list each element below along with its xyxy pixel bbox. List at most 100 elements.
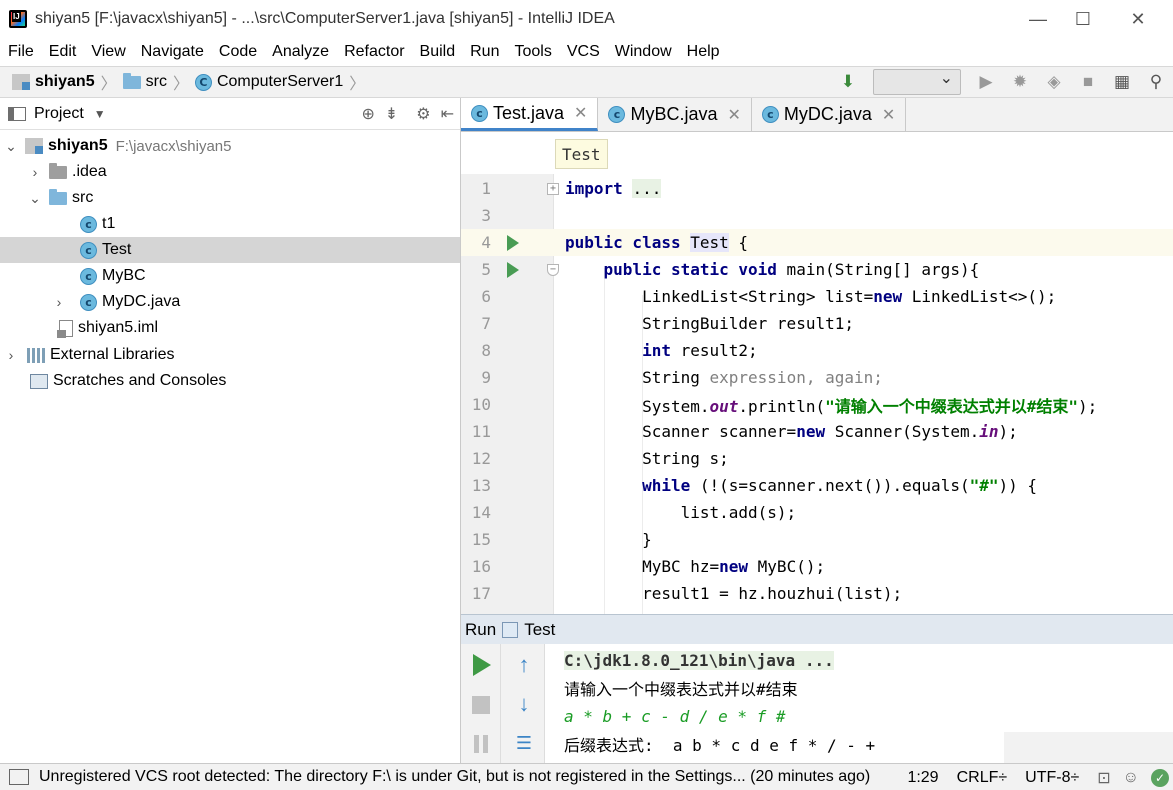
close-icon[interactable]: ✕: [882, 105, 895, 125]
fold-collapse-icon[interactable]: −: [547, 263, 559, 276]
code-editor[interactable]: 1 + import ... 3 4 public class Test { 5…: [461, 174, 1173, 614]
crumb-src-label: src: [145, 73, 167, 90]
menu-bar: File Edit View Navigate Code Analyze Ref…: [0, 38, 1173, 66]
locate-icon[interactable]: ⊕: [361, 104, 374, 124]
chevron-down-icon[interactable]: ⌄: [27, 190, 43, 207]
code-line: 13 while (!(s=scanner.next()).equals("#"…: [461, 472, 1173, 499]
line-number: 6: [481, 287, 491, 306]
file-encoding[interactable]: UTF-8÷: [1025, 769, 1079, 787]
tree-item-scratches[interactable]: Scratches and Consoles: [0, 368, 460, 394]
tab-mydc-java[interactable]: c MyDC.java ✕: [752, 98, 907, 131]
tab-mybc-java[interactable]: c MyBC.java ✕: [598, 98, 752, 131]
tree-item-t1[interactable]: c t1: [0, 211, 460, 237]
folder-icon: [49, 188, 67, 205]
crumb-project[interactable]: shiyan5: [12, 73, 95, 91]
up-arrow-icon[interactable]: ↑: [513, 652, 535, 677]
console-line: a * b + c - d / e * f #: [564, 702, 786, 730]
pause-icon[interactable]: [473, 735, 489, 753]
status-message[interactable]: Unregistered VCS root detected: The dire…: [39, 768, 870, 786]
down-arrow-icon[interactable]: ↓: [513, 691, 535, 716]
code-text: int result2;: [642, 341, 758, 360]
tree-item-idea[interactable]: › .idea: [0, 159, 460, 185]
tab-label: Test.java: [493, 102, 565, 123]
menu-file[interactable]: File: [8, 43, 34, 61]
chevron-right-icon[interactable]: ›: [3, 347, 19, 363]
build-icon[interactable]: ⬇: [836, 70, 860, 94]
tree-item-mydc[interactable]: › c MyDC.java: [0, 289, 460, 315]
line-separator[interactable]: CRLF÷: [957, 769, 1008, 787]
inspector-icon[interactable]: ☺: [1123, 769, 1139, 787]
menu-tools[interactable]: Tools: [514, 43, 551, 61]
crumb-src[interactable]: src: [122, 72, 167, 91]
tree-item-iml[interactable]: shiyan5.iml: [0, 315, 460, 341]
menu-run[interactable]: Run: [470, 43, 499, 61]
run-config-tab[interactable]: Test: [524, 620, 555, 640]
code-line: 3: [461, 202, 1173, 229]
chevron-right-icon[interactable]: ›: [51, 294, 67, 310]
close-icon[interactable]: ✕: [727, 105, 740, 125]
tree-item-test[interactable]: c Test: [0, 237, 460, 263]
line-number: 10: [471, 395, 491, 414]
menu-edit[interactable]: Edit: [49, 43, 77, 61]
run-left-toolbar: [461, 644, 501, 763]
code-text: LinkedList<String> list=new LinkedList<>…: [565, 287, 1057, 306]
tab-label: MyDC.java: [783, 104, 872, 124]
class-icon: c: [471, 104, 488, 122]
tree-item-shiyan5[interactable]: ⌄ shiyan5 F:\javacx\shiyan5: [0, 133, 460, 159]
crumb-class[interactable]: C ComputerServer1: [194, 73, 343, 91]
menu-vcs[interactable]: VCS: [567, 43, 600, 61]
console-output: 请输入一个中缀表达式并以#结束: [564, 680, 798, 699]
stop-icon[interactable]: [472, 696, 490, 714]
chevron-right-icon[interactable]: ›: [27, 164, 43, 180]
code-line: 6 LinkedList<String> list=new LinkedList…: [461, 283, 1173, 310]
maximize-button[interactable]: ☐: [1056, 0, 1110, 38]
console-command[interactable]: C:\jdk1.8.0_121\bin\java ...: [564, 650, 834, 670]
lock-icon[interactable]: ⊡: [1097, 768, 1110, 788]
soft-wrap-icon[interactable]: ☰: [512, 732, 536, 754]
editor-breadcrumb[interactable]: Test: [555, 139, 608, 169]
chevron-down-icon[interactable]: ⌄: [3, 138, 19, 155]
project-icon: [8, 106, 26, 121]
caret-position[interactable]: 1:29: [907, 769, 938, 787]
status-right: 1:29 CRLF÷ UTF-8÷ ⊡ ☺ ✓: [889, 764, 1169, 790]
gear-icon[interactable]: ⚙: [416, 104, 430, 124]
menu-code[interactable]: Code: [219, 43, 257, 61]
tree-label: shiyan5: [48, 137, 108, 154]
menu-refactor[interactable]: Refactor: [344, 43, 404, 61]
run-icon[interactable]: ▶: [974, 70, 998, 94]
run-class-icon[interactable]: [507, 234, 519, 251]
tree-item-mybc[interactable]: c MyBC: [0, 263, 460, 289]
close-window-button[interactable]: ✕: [1111, 0, 1165, 38]
menu-build[interactable]: Build: [420, 43, 456, 61]
fold-expand-icon[interactable]: +: [547, 182, 559, 195]
menu-help[interactable]: Help: [687, 43, 720, 61]
menu-navigate[interactable]: Navigate: [141, 43, 204, 61]
collapse-all-icon[interactable]: ⇟: [385, 104, 398, 124]
run-console[interactable]: C:\jdk1.8.0_121\bin\java ... 请输入一个中缀表达式并…: [546, 644, 1173, 763]
stop-icon[interactable]: ■: [1076, 70, 1100, 94]
run-config-icon: [502, 621, 519, 638]
menu-analyze[interactable]: Analyze: [272, 43, 329, 61]
tab-test-java[interactable]: c Test.java ✕: [461, 98, 599, 131]
search-icon[interactable]: ⚲: [1144, 70, 1168, 94]
run-configuration-select[interactable]: [873, 68, 961, 95]
tree-item-src[interactable]: ⌄ src: [0, 185, 460, 211]
tree-item-external-libraries[interactable]: › External Libraries: [0, 342, 460, 368]
chevron-right-icon: 〉: [100, 76, 117, 93]
project-structure-icon[interactable]: ▦: [1110, 70, 1134, 94]
project-view-selector[interactable]: Project ▼: [8, 105, 106, 123]
module-icon: [25, 138, 43, 154]
run-main-icon[interactable]: [507, 261, 519, 278]
rerun-icon[interactable]: [471, 654, 493, 676]
coverage-icon[interactable]: ◈: [1042, 70, 1066, 94]
close-icon[interactable]: ✕: [574, 103, 587, 123]
menu-view[interactable]: View: [91, 43, 125, 61]
module-icon: [12, 74, 30, 90]
debug-icon[interactable]: ✹: [1008, 70, 1032, 94]
hide-panel-icon[interactable]: ⇤: [441, 104, 454, 124]
line-number: 3: [481, 206, 491, 225]
tool-window-toggle-icon[interactable]: [9, 769, 29, 785]
menu-window[interactable]: Window: [615, 43, 672, 61]
line-number: 5: [481, 260, 491, 279]
event-log-icon[interactable]: ✓: [1151, 768, 1169, 787]
